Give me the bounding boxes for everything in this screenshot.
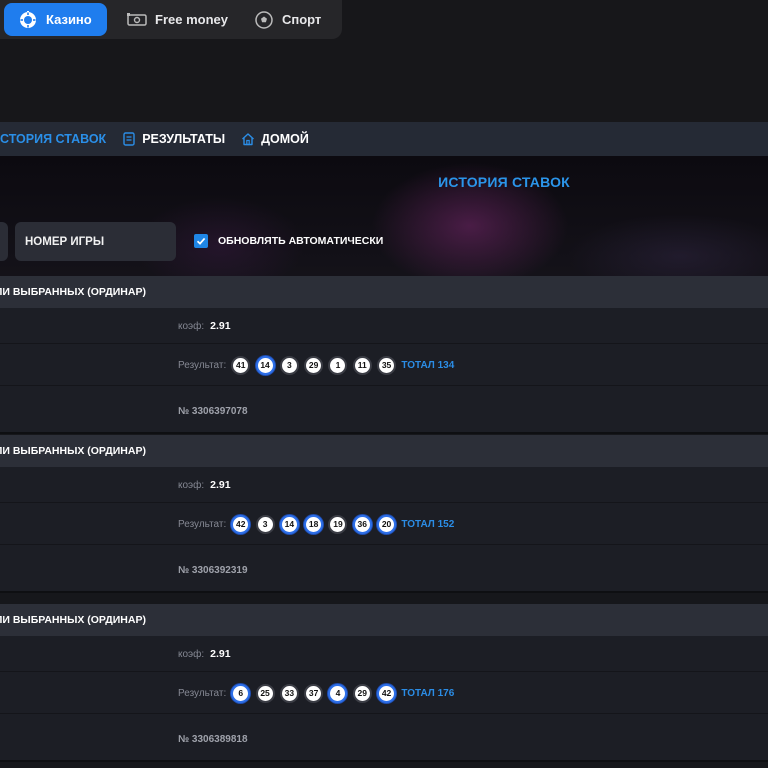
result-row: Результат: 41 14 3 29 1 11 35 ТОТАЛ 134 [0,344,768,386]
product-tabs: Казино Free money Спорт [0,0,342,39]
result-label: Результат: [178,359,227,371]
bet-number-row: № 3306389818 [0,714,768,762]
coef-row: коэф: 2.91 [0,467,768,503]
bet-card-header[interactable]: ЛИ ВЫБРАННЫХ (ОРДИНАР) [0,276,768,308]
bet-number-row: № 3306392319 [0,545,768,593]
bet-card: ЛИ ВЫБРАННЫХ (ОРДИНАР) коэф: 2.91 Резуль… [0,276,768,434]
result-ball: 25 [255,683,275,703]
tab-sport-label: Спорт [281,12,322,27]
nav-results-label: РЕЗУЛЬТАТЫ [142,132,226,146]
home-icon [241,132,255,146]
bet-title: ЛИ ВЫБРАННЫХ (ОРДИНАР) [0,614,146,626]
tab-free-money[interactable]: Free money [113,3,240,36]
total-value: ТОТАЛ 176 [401,687,455,699]
result-ball: 42 [377,683,397,703]
result-label: Результат: [178,518,227,530]
bet-card: ЛИ ВЫБРАННЫХ (ОРДИНАР) коэф: 2.91 Резуль… [0,604,768,762]
nav-results[interactable]: РЕЗУЛЬТАТЫ [122,132,225,146]
total-value: ТОТАЛ 134 [401,359,455,371]
bet-title: ЛИ ВЫБРАННЫХ (ОРДИНАР) [0,445,146,457]
tab-free-money-label: Free money [155,12,228,27]
game-number-input[interactable] [15,222,176,261]
bet-number-row: № 3306397078 [0,386,768,434]
coef-row: коэф: 2.91 [0,308,768,344]
result-ball: 19 [328,514,348,534]
top-area: Казино Free money Спорт [0,0,768,122]
coef-label: коэф: [178,648,205,660]
filter-field[interactable] [0,222,8,261]
tab-casino-label: Казино [46,12,92,27]
result-ball: 11 [352,355,372,375]
section-nav: ИСТОРИЯ СТАВОК РЕЗУЛЬТАТЫ ДОМОЙ [0,122,768,156]
history-banner: ИСТОРИЯ СТАВОК ОБНОВЛЯТЬ АВТОМАТИЧЕСКИ [0,156,768,276]
result-ball: 4 [328,683,348,703]
result-ball: 6 [231,683,251,703]
result-row: Результат: 6 25 33 37 4 29 42 ТОТАЛ 176 [0,672,768,714]
bet-number: № 3306392319 [178,565,248,576]
result-ball: 18 [304,514,324,534]
result-ball: 20 [377,514,397,534]
casino-icon [18,10,38,30]
page-title: ИСТОРИЯ СТАВОК [438,174,570,190]
bet-card-header[interactable]: ЛИ ВЫБРАННЫХ (ОРДИНАР) [0,435,768,467]
money-icon [127,10,147,30]
bet-title: ЛИ ВЫБРАННЫХ (ОРДИНАР) [0,286,146,298]
result-ball: 29 [304,355,324,375]
auto-update-label: ОБНОВЛЯТЬ АВТОМАТИЧЕСКИ [218,235,384,247]
nav-home[interactable]: ДОМОЙ [241,132,309,146]
result-ball: 41 [231,355,251,375]
nav-home-label: ДОМОЙ [261,132,309,146]
result-ball: 42 [231,514,251,534]
result-ball: 33 [279,683,299,703]
auto-update-checkbox[interactable] [194,234,208,248]
bet-card-header[interactable]: ЛИ ВЫБРАННЫХ (ОРДИНАР) [0,604,768,636]
result-ball: 14 [279,514,299,534]
nav-history[interactable]: ИСТОРИЯ СТАВОК [0,132,106,146]
result-ball: 3 [255,514,275,534]
auto-update-toggle[interactable]: ОБНОВЛЯТЬ АВТОМАТИЧЕСКИ [194,234,383,248]
check-icon [196,237,206,245]
bet-number: № 3306397078 [178,406,248,417]
result-ball: 3 [279,355,299,375]
coef-label: коэф: [178,479,205,491]
coef-value: 2.91 [210,320,231,332]
coef-value: 2.91 [210,479,231,491]
nav-history-label: ИСТОРИЯ СТАВОК [0,132,107,146]
soccer-ball-icon [254,10,274,30]
tab-sport[interactable]: Спорт [240,3,333,36]
coef-row: коэф: 2.91 [0,636,768,672]
coef-label: коэф: [178,320,205,332]
bet-card: ЛИ ВЫБРАННЫХ (ОРДИНАР) коэф: 2.91 Резуль… [0,435,768,593]
result-ball: 35 [377,355,397,375]
result-row: Результат: 42 3 14 18 19 36 20 ТОТАЛ 152 [0,503,768,545]
result-label: Результат: [178,687,227,699]
result-ball: 14 [255,355,275,375]
total-value: ТОТАЛ 152 [401,518,455,530]
tab-casino[interactable]: Казино [4,3,107,36]
result-ball: 37 [304,683,324,703]
result-ball: 36 [352,514,372,534]
coef-value: 2.91 [210,648,231,660]
result-ball: 1 [328,355,348,375]
bet-number: № 3306389818 [178,734,248,745]
document-icon [122,132,136,146]
result-ball: 29 [352,683,372,703]
